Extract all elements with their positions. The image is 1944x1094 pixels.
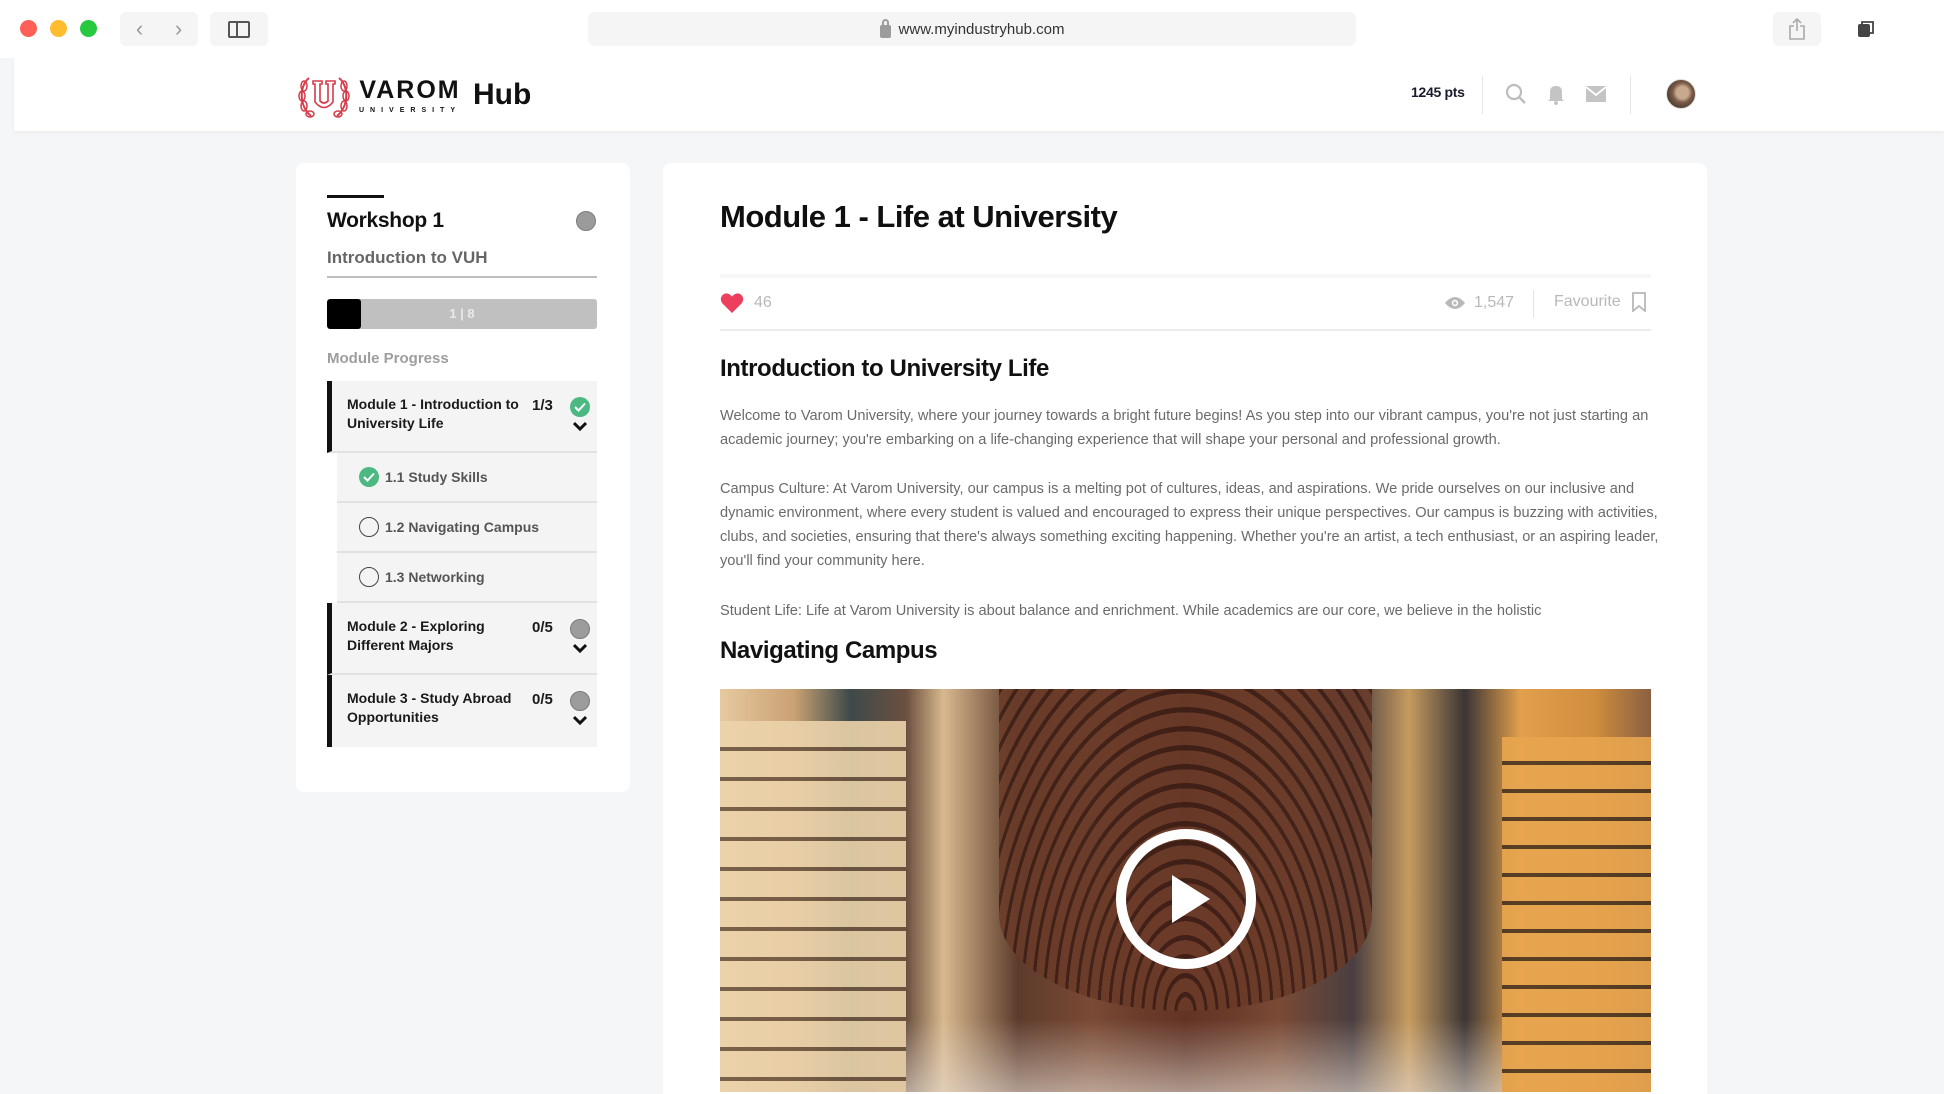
chevron-down-icon[interactable] xyxy=(573,643,587,653)
workshop-title: Workshop 1 xyxy=(327,209,444,232)
stats-bar: 46 1,547 Favourite xyxy=(720,274,1651,331)
eye-icon xyxy=(1445,297,1465,309)
sidebar-icon xyxy=(228,20,250,38)
window-minimize-button[interactable] xyxy=(50,20,67,37)
empty-circle-icon xyxy=(359,517,379,537)
divider xyxy=(327,276,597,278)
favourite-button[interactable]: Favourite xyxy=(1554,292,1647,312)
like-count: 46 xyxy=(754,294,772,311)
chevron-left-icon[interactable]: ‹ xyxy=(136,18,143,40)
play-icon xyxy=(1171,874,1210,923)
video-player[interactable] xyxy=(720,689,1651,1092)
header-divider xyxy=(1630,76,1631,114)
paragraph: Student Life: Life at Varom University i… xyxy=(720,603,1542,619)
chevron-right-icon[interactable]: › xyxy=(175,18,182,40)
history-nav: ‹ › xyxy=(120,12,198,46)
module-item[interactable]: Module 3 - Study Abroad Opportunities 0/… xyxy=(327,675,597,747)
module-count: 0/5 xyxy=(532,619,553,636)
bookmark-icon xyxy=(1631,292,1646,312)
video-thumbnail-detail xyxy=(1502,737,1651,1092)
view-count: 1,547 xyxy=(1444,294,1514,312)
lesson-item[interactable]: 1.1 Study Skills xyxy=(337,453,597,503)
share-icon xyxy=(1789,18,1805,40)
logo-brand: VAROM xyxy=(359,76,461,104)
module-count: 1/3 xyxy=(532,397,553,414)
chevron-down-icon[interactable] xyxy=(573,421,587,431)
workshop-subtitle: Introduction to VUH xyxy=(327,248,488,267)
stats-divider xyxy=(1533,290,1534,318)
module-item[interactable]: Module 1 - Introduction to University Li… xyxy=(327,381,597,453)
module-item[interactable]: Module 2 - Exploring Different Majors 0/… xyxy=(327,603,597,675)
logo-wordmark: VAROM UNIVERSITY xyxy=(359,76,462,115)
view-count-value: 1,547 xyxy=(1474,294,1515,311)
empty-circle-icon xyxy=(359,567,379,587)
module-list: Module 1 - Introduction to University Li… xyxy=(327,381,597,747)
incomplete-status-icon xyxy=(570,619,590,639)
tabs-overview-button[interactable] xyxy=(1842,12,1890,46)
lesson-item[interactable]: 1.3 Networking xyxy=(337,553,597,603)
tabs-icon xyxy=(1858,21,1874,37)
section-heading: Navigating Campus xyxy=(720,637,938,664)
paragraph: Welcome to Varom University, where your … xyxy=(720,408,1649,448)
module-content: Module 1 - Life at University 46 1,547 F… xyxy=(663,163,1707,1094)
video-thumbnail-detail xyxy=(720,721,907,1092)
heart-icon xyxy=(720,293,744,313)
module-count: 0/5 xyxy=(532,691,553,708)
workshop-sidebar: Workshop 1 Introduction to VUH 1 | 8 Mod… xyxy=(296,163,630,792)
points-balance: 1245 pts xyxy=(1411,84,1465,100)
laurel-badge-icon xyxy=(298,77,350,118)
progress-caption: Module Progress xyxy=(327,350,449,367)
sidebar-toggle-button[interactable] xyxy=(210,12,268,46)
notifications-button[interactable] xyxy=(1542,80,1570,108)
progress-label: 1 | 8 xyxy=(449,306,475,321)
logo[interactable]: VAROM UNIVERSITY Hub xyxy=(295,70,531,122)
page-title: Module 1 - Life at University xyxy=(720,199,1118,234)
module-title: Module 3 - Study Abroad Opportunities xyxy=(347,690,512,725)
browser-toolbar: ‹ › www.myindustryhub.com xyxy=(0,0,1944,58)
like-button[interactable]: 46 xyxy=(720,292,772,314)
lock-icon xyxy=(879,18,891,38)
window-maximize-button[interactable] xyxy=(80,20,97,37)
module-title: Module 1 - Introduction to University Li… xyxy=(347,396,519,431)
check-circle-icon xyxy=(570,397,590,417)
play-button[interactable] xyxy=(1115,828,1256,969)
app-header: VAROM UNIVERSITY Hub 1245 pts xyxy=(14,58,1944,131)
incomplete-status-icon xyxy=(570,691,590,711)
share-button[interactable] xyxy=(1773,12,1821,46)
module-title: Module 2 - Exploring Different Majors xyxy=(347,618,485,653)
user-avatar[interactable] xyxy=(1666,79,1696,109)
url-text: www.myindustryhub.com xyxy=(898,20,1065,38)
search-icon xyxy=(1505,83,1526,104)
logo-product: Hub xyxy=(473,78,532,111)
window-close-button[interactable] xyxy=(20,20,37,37)
bell-icon xyxy=(1548,86,1564,105)
video-thumbnail-detail xyxy=(906,1019,1503,1092)
lesson-item[interactable]: 1.2 Navigating Campus xyxy=(337,503,597,553)
header-divider xyxy=(1482,76,1483,114)
workshop-status-icon xyxy=(576,211,596,231)
lesson-label: 1.2 Navigating Campus xyxy=(385,519,540,535)
module-progress-bar: 1 | 8 xyxy=(327,299,597,329)
chevron-down-icon[interactable] xyxy=(573,715,587,725)
lesson-list: 1.1 Study Skills 1.2 Navigating Campus 1… xyxy=(337,453,597,603)
section-heading: Introduction to University Life xyxy=(720,355,1049,382)
address-bar[interactable]: www.myindustryhub.com xyxy=(588,12,1356,46)
check-circle-icon xyxy=(359,467,379,487)
logo-subbrand: UNIVERSITY xyxy=(359,107,462,114)
lesson-label: 1.3 Networking xyxy=(385,569,485,585)
title-accent-bar xyxy=(327,195,384,198)
favourite-label: Favourite xyxy=(1554,293,1621,310)
mail-icon xyxy=(1585,86,1607,102)
search-button[interactable] xyxy=(1502,80,1530,108)
messages-button[interactable] xyxy=(1582,80,1610,108)
paragraph: Campus Culture: At Varom University, our… xyxy=(720,481,1659,569)
lesson-label: 1.1 Study Skills xyxy=(385,469,488,485)
